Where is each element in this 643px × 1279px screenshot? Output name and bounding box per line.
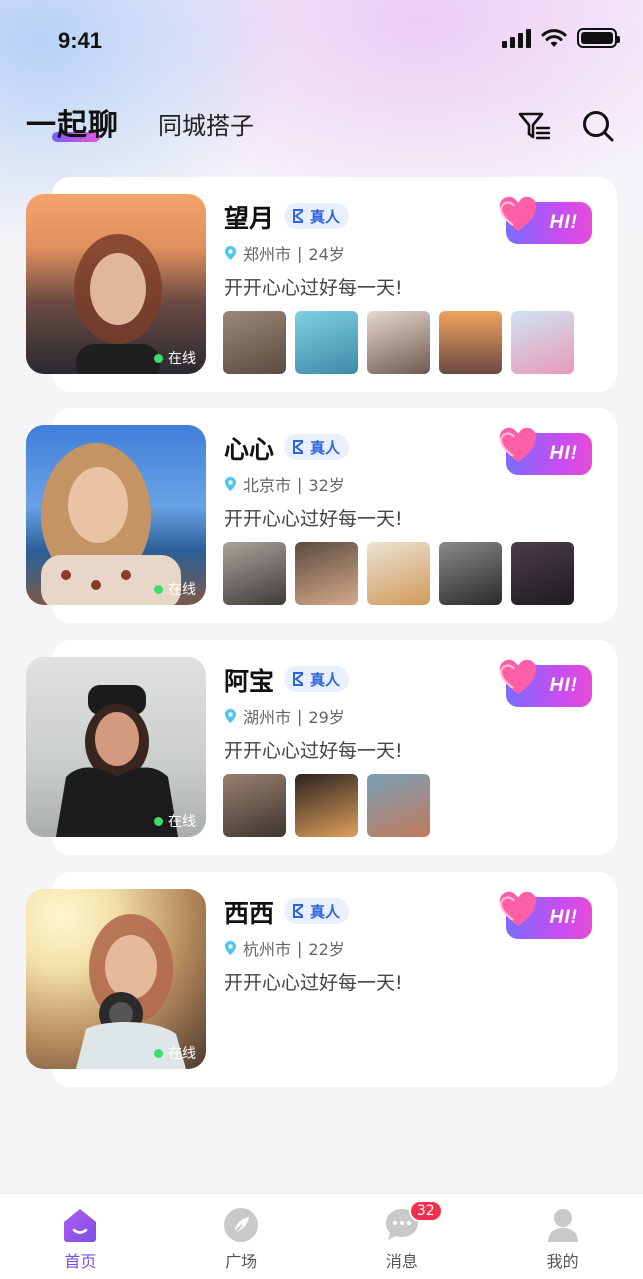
location-icon	[225, 477, 236, 491]
tab-chat[interactable]: 一起聊	[0, 92, 140, 152]
wifi-icon	[541, 29, 567, 47]
online-status: 在线	[154, 348, 196, 368]
photo-thumbnail[interactable]	[295, 311, 358, 374]
photo-thumbnail[interactable]	[511, 311, 574, 374]
user-location: 郑州市 | 24岁	[224, 241, 345, 265]
filter-icon	[518, 112, 551, 140]
photo-thumbnail[interactable]	[439, 542, 502, 605]
photo-thumbnail[interactable]	[511, 542, 574, 605]
heart-icon	[499, 659, 537, 694]
photo-thumbnail[interactable]	[295, 542, 358, 605]
photo-thumbnail[interactable]	[367, 542, 430, 605]
verified-icon	[293, 672, 303, 686]
verified-badge: 真人	[284, 898, 350, 924]
avatar-portrait	[41, 443, 181, 605]
home-icon	[61, 1206, 99, 1244]
tab-profile-label: 我的	[546, 1252, 579, 1271]
photo-thumbnail[interactable]	[295, 774, 358, 837]
user-avatar[interactable]: 在线	[26, 889, 206, 1069]
photo-thumbnail[interactable]	[367, 774, 430, 837]
tab-profile[interactable]: 我的	[482, 1194, 643, 1279]
user-card[interactable]: 在线 心心 真人 北京市 | 32岁 开开心心过好每一天! HI!	[0, 408, 643, 623]
tab-home-label: 首页	[64, 1252, 97, 1271]
user-name: 心心	[224, 435, 275, 464]
signal-icon	[502, 28, 531, 48]
tab-home[interactable]: 首页	[0, 1194, 161, 1279]
photo-thumbnail[interactable]	[439, 311, 502, 374]
heart-icon	[499, 891, 537, 926]
user-motto: 开开心心过好每一天!	[224, 972, 403, 994]
search-icon	[583, 111, 614, 142]
user-avatar[interactable]: 在线	[26, 425, 206, 605]
user-card[interactable]: 在线 阿宝 真人 湖州市 | 29岁 开开心心过好每一天! HI!	[0, 640, 643, 855]
photo-thumbnail[interactable]	[223, 311, 286, 374]
tab-plaza[interactable]: 广场	[161, 1194, 322, 1279]
user-avatar[interactable]: 在线	[26, 657, 206, 837]
verified-icon	[293, 209, 303, 223]
online-status: 在线	[154, 579, 196, 599]
user-name: 西西	[224, 899, 275, 928]
bottom-tab-bar: 首页 广场 32 消息 我的	[0, 1193, 643, 1279]
user-location: 北京市 | 32岁	[224, 472, 345, 496]
tab-local-buddy[interactable]: 同城搭子	[158, 106, 254, 141]
photo-thumbnail[interactable]	[223, 774, 286, 837]
user-name: 阿宝	[224, 667, 275, 696]
photo-strip	[223, 542, 574, 605]
avatar-portrait	[56, 685, 178, 837]
verified-icon	[293, 904, 303, 918]
say-hi-button[interactable]: HI!	[498, 427, 594, 478]
battery-icon	[577, 28, 620, 48]
top-header: 一起聊 同城搭子	[0, 92, 643, 162]
user-location: 杭州市 | 22岁	[224, 936, 345, 960]
location-icon	[225, 941, 236, 955]
user-location: 湖州市 | 29岁	[224, 704, 345, 728]
user-card[interactable]: 在线 望月 真人 郑州市 | 24岁 开开心心过好每一天! HI!	[0, 177, 643, 392]
filter-button[interactable]	[516, 108, 552, 144]
heart-icon	[499, 196, 537, 231]
profile-icon	[544, 1206, 582, 1244]
tab-messages[interactable]: 32 消息	[322, 1194, 483, 1279]
photo-thumbnail[interactable]	[223, 542, 286, 605]
status-icons	[502, 28, 620, 48]
user-avatar[interactable]: 在线	[26, 194, 206, 374]
verified-badge: 真人	[284, 203, 350, 229]
verified-icon	[293, 440, 303, 454]
verified-badge: 真人	[284, 666, 350, 692]
tab-plaza-label: 广场	[225, 1252, 258, 1271]
user-motto: 开开心心过好每一天!	[224, 740, 403, 762]
photo-strip	[223, 774, 430, 837]
user-name: 望月	[224, 204, 275, 233]
avatar-portrait	[76, 914, 186, 1069]
status-bar: 9:41	[0, 0, 643, 84]
unread-badge: 32	[408, 1200, 443, 1222]
tab-chat-label: 一起聊	[26, 108, 119, 143]
user-motto: 开开心心过好每一天!	[224, 277, 403, 299]
avatar-portrait	[74, 234, 162, 374]
photo-strip	[223, 311, 574, 374]
say-hi-button[interactable]: HI!	[498, 891, 594, 942]
search-button[interactable]	[580, 108, 616, 144]
heart-icon	[499, 427, 537, 462]
say-hi-button[interactable]: HI!	[498, 659, 594, 710]
plaza-icon	[222, 1206, 260, 1244]
online-status: 在线	[154, 1043, 196, 1063]
verified-badge: 真人	[284, 434, 350, 460]
message-icon: 32	[383, 1200, 443, 1244]
location-icon	[225, 246, 236, 260]
user-motto: 开开心心过好每一天!	[224, 508, 403, 530]
say-hi-button[interactable]: HI!	[498, 196, 594, 247]
online-status: 在线	[154, 811, 196, 831]
tab-messages-label: 消息	[385, 1252, 418, 1271]
user-card[interactable]: 在线 西西 真人 杭州市 | 22岁 开开心心过好每一天! HI!	[0, 872, 643, 1087]
location-icon	[225, 709, 236, 723]
status-time: 9:41	[58, 28, 103, 53]
photo-thumbnail[interactable]	[367, 311, 430, 374]
